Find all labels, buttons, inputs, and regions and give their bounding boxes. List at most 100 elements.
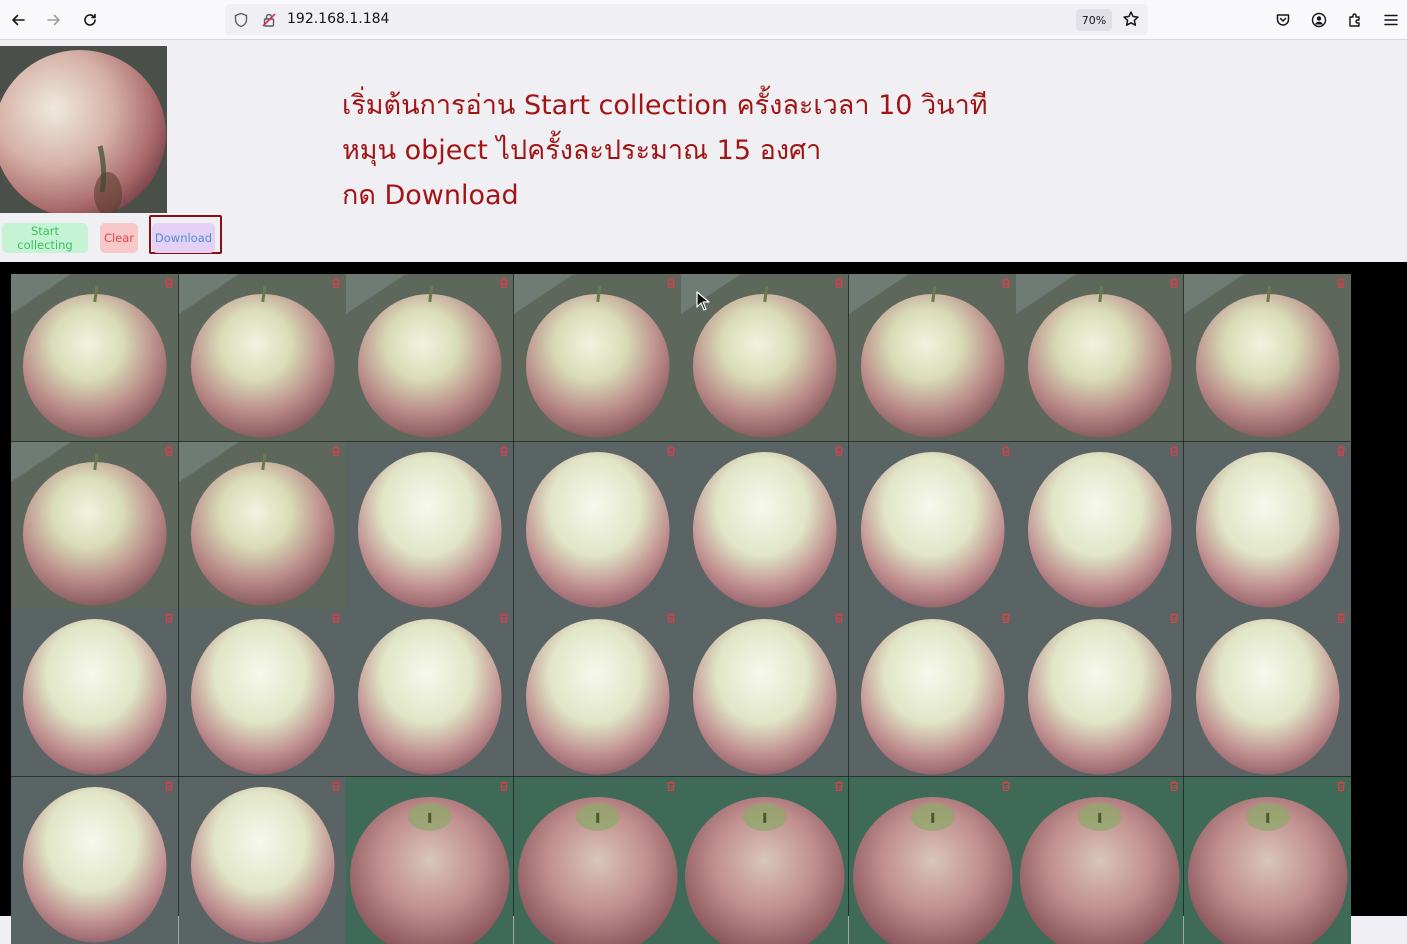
apple-photo	[346, 274, 514, 442]
trash-icon[interactable]	[498, 445, 510, 457]
insecure-lock-icon[interactable]	[261, 12, 277, 28]
trash-icon[interactable]	[163, 445, 175, 457]
apple-photo	[1184, 777, 1352, 944]
trash-icon[interactable]	[833, 445, 845, 457]
trash-icon[interactable]	[1000, 612, 1012, 624]
trash-icon[interactable]	[833, 612, 845, 624]
mouse-cursor-icon	[696, 291, 710, 311]
captured-image-tile	[1184, 442, 1352, 610]
trash-icon[interactable]	[1168, 780, 1180, 792]
apple-photo	[1184, 442, 1352, 610]
pocket-icon[interactable]	[1271, 8, 1295, 32]
trash-icon[interactable]	[498, 780, 510, 792]
trash-icon[interactable]	[330, 277, 342, 289]
image-grid	[11, 274, 1351, 944]
captured-image-tile	[11, 442, 179, 610]
star-icon[interactable]	[1122, 10, 1140, 28]
apple-photo	[11, 442, 179, 610]
captured-image-tile	[681, 777, 849, 944]
captured-image-tile	[514, 777, 682, 944]
apple-photo	[1184, 609, 1352, 777]
captured-image-tile	[1184, 777, 1352, 944]
trash-icon[interactable]	[665, 612, 677, 624]
captured-image-tile	[179, 442, 347, 610]
trash-icon[interactable]	[163, 612, 175, 624]
captured-image-tile	[11, 609, 179, 777]
clear-button[interactable]: Clear	[100, 223, 138, 253]
apple-photo	[849, 609, 1017, 777]
trash-icon[interactable]	[1168, 277, 1180, 289]
captured-image-tile	[1016, 777, 1184, 944]
captured-image-tile	[681, 609, 849, 777]
captured-image-tile	[1016, 274, 1184, 442]
trash-icon[interactable]	[1168, 445, 1180, 457]
trash-icon[interactable]	[833, 780, 845, 792]
captured-image-tile	[514, 609, 682, 777]
apple-photo	[849, 274, 1017, 442]
captured-image-tile	[179, 609, 347, 777]
shield-icon[interactable]	[233, 12, 249, 28]
extensions-icon[interactable]	[1343, 8, 1367, 32]
captured-image-tile	[681, 442, 849, 610]
trash-icon[interactable]	[330, 445, 342, 457]
download-button[interactable]: Download	[152, 223, 215, 253]
start-collecting-button[interactable]: Start collecting	[2, 223, 88, 253]
instructions-block: เริ่มต้นการอ่าน Start collection ครั้งละ…	[342, 83, 988, 218]
apple-photo	[11, 274, 179, 442]
apple-photo	[11, 777, 179, 944]
captured-image-tile	[849, 274, 1017, 442]
captured-image-tile	[849, 777, 1017, 944]
apple-photo	[11, 609, 179, 777]
captured-image-tile	[1184, 609, 1352, 777]
menu-icon[interactable]	[1379, 8, 1403, 32]
captured-image-tile	[179, 777, 347, 944]
instruction-line-2: หมุน object ไปครั้งละประมาณ 15 องศา	[342, 128, 988, 173]
trash-icon[interactable]	[665, 780, 677, 792]
apple-photo	[514, 609, 682, 777]
apple-photo	[681, 777, 849, 944]
trash-icon[interactable]	[1335, 612, 1347, 624]
trash-icon[interactable]	[665, 277, 677, 289]
apple-photo	[1016, 274, 1184, 442]
trash-icon[interactable]	[1000, 780, 1012, 792]
trash-icon[interactable]	[1168, 612, 1180, 624]
captured-image-tile	[1016, 442, 1184, 610]
trash-icon[interactable]	[330, 612, 342, 624]
apple-photo	[346, 609, 514, 777]
apple-photo	[1184, 274, 1352, 442]
apple-photo	[681, 442, 849, 610]
captured-image-tile	[849, 442, 1017, 610]
trash-icon[interactable]	[1000, 277, 1012, 289]
url-bar[interactable]: 192.168.1.184 70%	[225, 4, 1148, 35]
trash-icon[interactable]	[498, 277, 510, 289]
url-text[interactable]: 192.168.1.184	[287, 11, 389, 27]
trash-icon[interactable]	[833, 277, 845, 289]
apple-photo	[179, 609, 347, 777]
captured-images-gallery	[0, 262, 1407, 916]
reload-icon[interactable]	[78, 8, 102, 32]
trash-icon[interactable]	[163, 277, 175, 289]
apple-photo	[179, 777, 347, 944]
apple-photo	[514, 777, 682, 944]
forward-arrow-icon[interactable]	[42, 8, 66, 32]
trash-icon[interactable]	[330, 780, 342, 792]
trash-icon[interactable]	[163, 780, 175, 792]
apple-photo	[681, 609, 849, 777]
captured-image-tile	[849, 609, 1017, 777]
back-arrow-icon[interactable]	[6, 8, 30, 32]
zoom-level-badge[interactable]: 70%	[1076, 9, 1112, 31]
trash-icon[interactable]	[1000, 445, 1012, 457]
captured-image-tile	[514, 442, 682, 610]
camera-preview	[0, 46, 167, 213]
trash-icon[interactable]	[1335, 445, 1347, 457]
trash-icon[interactable]	[1335, 780, 1347, 792]
apple-photo	[1016, 442, 1184, 610]
captured-image-tile	[11, 274, 179, 442]
account-icon[interactable]	[1307, 8, 1331, 32]
apple-photo	[1016, 777, 1184, 944]
trash-icon[interactable]	[1335, 277, 1347, 289]
apple-photo	[514, 274, 682, 442]
trash-icon[interactable]	[498, 612, 510, 624]
trash-icon[interactable]	[665, 445, 677, 457]
apple-photo	[849, 777, 1017, 944]
